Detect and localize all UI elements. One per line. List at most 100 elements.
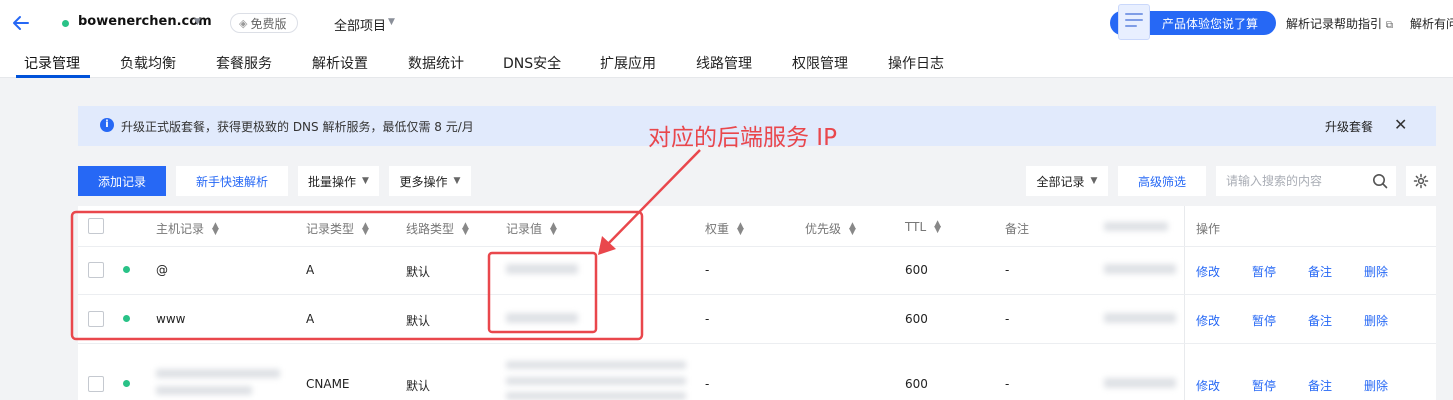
cell-remark: -	[1005, 312, 1010, 326]
note-link[interactable]: 备注	[1308, 377, 1332, 394]
column-header-weight[interactable]: 权重 ▲ ▼	[705, 220, 744, 237]
quick-resolve-button[interactable]: 新手快速解析	[176, 166, 288, 196]
cell-line: 默认	[406, 265, 431, 279]
tab-permissions[interactable]: 权限管理	[792, 53, 848, 73]
chevron-down-icon[interactable]: ▼	[194, 17, 201, 27]
column-header-host-label: 主机记录	[156, 222, 205, 236]
record-filter-select[interactable]: 全部记录 ▼	[1026, 166, 1108, 196]
redacted-record-value	[506, 392, 686, 400]
more-operations-label: 更多操作	[399, 174, 448, 189]
column-header-line[interactable]: 线路类型 ▲ ▼	[406, 220, 469, 237]
sort-icon[interactable]: ▲ ▼	[934, 220, 941, 235]
column-header-type[interactable]: 记录类型 ▲ ▼	[306, 220, 369, 237]
more-operations-button[interactable]: 更多操作 ▼	[389, 166, 471, 196]
note-link[interactable]: 备注	[1308, 263, 1332, 280]
tab-load-balance[interactable]: 负载均衡	[120, 53, 176, 73]
free-badge-label: 免费版	[250, 16, 287, 31]
column-header-value[interactable]: 记录值 ▲ ▼	[506, 220, 557, 237]
tab-extensions[interactable]: 扩展应用	[600, 53, 656, 73]
cell-ttl: 600	[905, 263, 928, 277]
redacted-timestamp	[1104, 378, 1176, 388]
pause-link[interactable]: 暂停	[1252, 263, 1276, 280]
cell-weight: -	[705, 312, 710, 326]
diamond-icon: ◈	[239, 16, 248, 30]
delete-link[interactable]: 删除	[1364, 312, 1388, 329]
edit-link[interactable]: 修改	[1196, 263, 1220, 280]
column-header-priority[interactable]: 优先级 ▲ ▼	[805, 220, 856, 237]
column-header-line-label: 线路类型	[406, 222, 455, 236]
advanced-filter-button[interactable]: 高级筛选	[1118, 166, 1206, 196]
row-divider	[78, 294, 1436, 295]
chevron-down-icon[interactable]: ▼	[388, 17, 395, 27]
row-divider	[78, 343, 1436, 344]
tab-statistics[interactable]: 数据统计	[408, 53, 464, 73]
gear-icon	[1413, 173, 1429, 189]
project-select[interactable]: 全部项目	[334, 15, 386, 34]
sort-icon[interactable]: ▲ ▼	[550, 221, 557, 236]
search-icon[interactable]	[1372, 173, 1388, 189]
tab-operation-log[interactable]: 操作日志	[888, 53, 944, 73]
cell-line: 默认	[406, 314, 431, 328]
tab-packages[interactable]: 套餐服务	[216, 53, 272, 73]
help-guide-link[interactable]: 解析记录帮助指引 ⧉	[1286, 15, 1393, 32]
column-header-actions: 操作	[1196, 222, 1221, 236]
nav-tabs: 记录管理 负载均衡 套餐服务 解析设置 数据统计 DNS安全 扩展应用 线路管理…	[0, 46, 1453, 78]
redacted-record-value	[506, 313, 578, 323]
redacted-timestamp	[1104, 264, 1176, 274]
row-divider	[78, 246, 1436, 247]
records-table: 主机记录 ▲ ▼ 记录类型 ▲ ▼ 线路类型 ▲ ▼ 记录值 ▲ ▼ 权重 ▲ ▼ 优先级…	[78, 206, 1436, 400]
column-header-host[interactable]: 主机记录 ▲ ▼	[156, 220, 219, 237]
settings-gear-button[interactable]	[1406, 166, 1436, 196]
add-record-button[interactable]: 添加记录	[78, 166, 166, 196]
cell-type: CNAME	[306, 377, 350, 391]
upgrade-link[interactable]: 升级套餐	[1325, 118, 1373, 135]
column-header-remark: 备注	[1005, 222, 1030, 236]
status-enabled-dot	[123, 380, 130, 387]
top-header: bowenerchen.com ▼ ◈ 免费版 全部项目 ▼ 产品体验您说了算 …	[0, 0, 1453, 46]
batch-operation-label: 批量操作	[308, 174, 357, 189]
status-enabled-dot	[123, 315, 130, 322]
select-all-checkbox[interactable]	[88, 218, 104, 234]
chevron-down-icon: ▼	[1090, 176, 1098, 186]
cell-type: A	[306, 263, 315, 277]
cell-remark: -	[1005, 263, 1010, 277]
redacted-header	[1104, 222, 1168, 231]
chevron-down-icon: ▼	[453, 176, 461, 186]
delete-link[interactable]: 删除	[1364, 377, 1388, 394]
note-link[interactable]: 备注	[1308, 312, 1332, 329]
redacted-host	[156, 369, 280, 378]
column-header-ttl[interactable]: TTL ▲ ▼	[905, 220, 941, 235]
redacted-record-value	[506, 361, 686, 369]
delete-link[interactable]: 删除	[1364, 263, 1388, 280]
tab-resolve-settings[interactable]: 解析设置	[312, 53, 368, 73]
row-checkbox[interactable]	[88, 376, 104, 392]
help-link-2[interactable]: 解析有问	[1410, 15, 1453, 32]
help-guide-label: 解析记录帮助指引	[1286, 17, 1383, 31]
row-checkbox[interactable]	[88, 311, 104, 327]
domain-name[interactable]: bowenerchen.com	[78, 14, 212, 29]
tab-records[interactable]: 记录管理	[24, 53, 80, 73]
pause-link[interactable]: 暂停	[1252, 377, 1276, 394]
active-tab-indicator	[16, 75, 90, 78]
record-filter-label: 全部记录	[1036, 174, 1085, 189]
search-input[interactable]	[1226, 171, 1366, 191]
sort-icon[interactable]: ▲ ▼	[362, 221, 369, 236]
batch-operation-button[interactable]: 批量操作 ▼	[298, 166, 379, 196]
annotation-label: 对应的后端服务 IP	[648, 125, 837, 151]
sort-icon[interactable]: ▲ ▼	[849, 221, 856, 236]
edit-link[interactable]: 修改	[1196, 377, 1220, 394]
sort-icon[interactable]: ▲ ▼	[462, 221, 469, 236]
tab-line-management[interactable]: 线路管理	[696, 53, 752, 73]
tab-dns-security[interactable]: DNS安全	[503, 53, 561, 73]
sort-icon[interactable]: ▲ ▼	[212, 221, 219, 236]
edit-link[interactable]: 修改	[1196, 312, 1220, 329]
info-icon: i	[100, 118, 114, 132]
cell-ttl: 600	[905, 377, 928, 391]
row-checkbox[interactable]	[88, 262, 104, 278]
back-arrow-icon[interactable]	[10, 12, 32, 34]
column-header-ttl-label: TTL	[905, 220, 927, 234]
pause-link[interactable]: 暂停	[1252, 312, 1276, 329]
document-icon	[1118, 4, 1150, 40]
close-icon[interactable]: ✕	[1394, 115, 1407, 134]
sort-icon[interactable]: ▲ ▼	[737, 221, 744, 236]
